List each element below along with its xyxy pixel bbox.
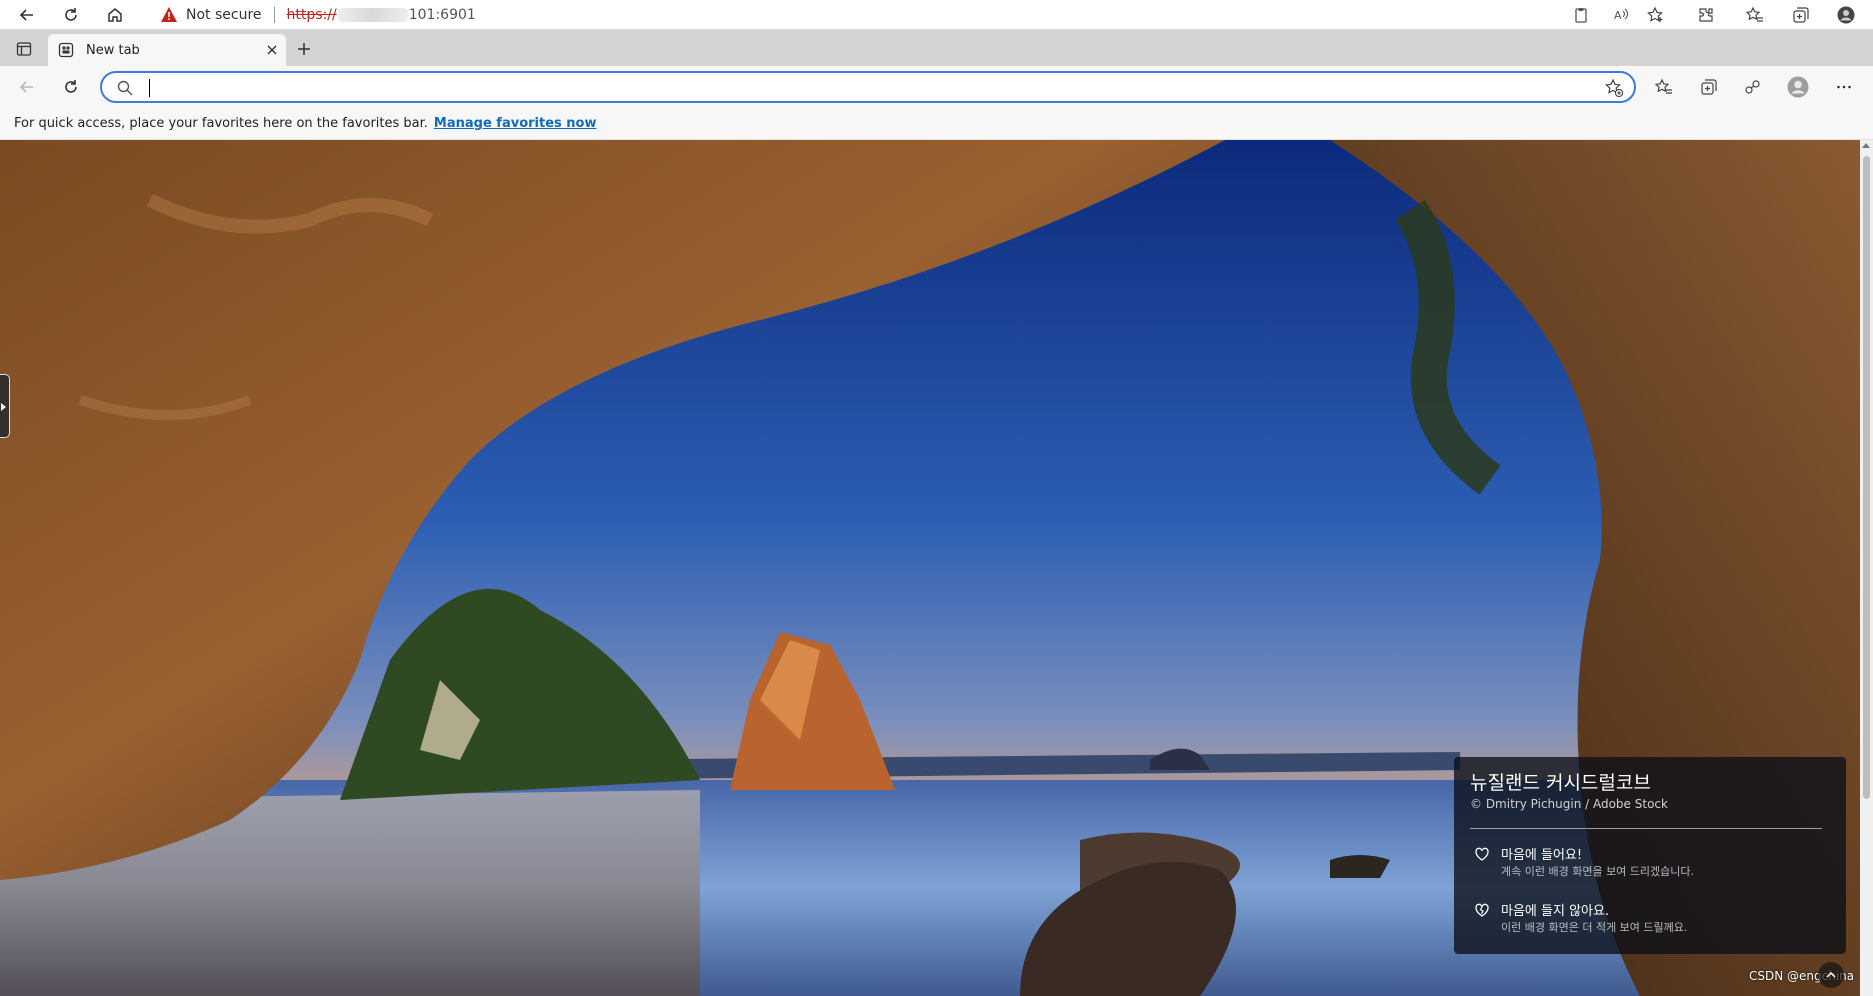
collections-menu-icon[interactable]	[1696, 74, 1722, 100]
add-favorite-icon[interactable]	[1643, 2, 1669, 28]
background-menu-toggle[interactable]	[1818, 962, 1844, 988]
extensions-icon[interactable]	[1693, 2, 1719, 28]
read-aloud-icon[interactable]: A	[1608, 2, 1634, 28]
outer-address-bar[interactable]: Not secure https:// 101:6901	[148, 1, 1688, 29]
scrollbar-thumb[interactable]	[1863, 156, 1870, 799]
more-options-icon[interactable]	[1831, 74, 1857, 100]
like-background-option[interactable]: 마음에 들어요! 계속 이런 배경 화면을 보여 드리겠습니다.	[1470, 843, 1830, 885]
browser-toolbar	[0, 66, 1873, 108]
new-tab-page-icon	[58, 42, 74, 58]
url-redacted-host	[337, 8, 408, 22]
vertical-scrollbar[interactable]	[1860, 140, 1873, 996]
tab-strip: New tab	[0, 30, 1873, 66]
favorites-menu-icon[interactable]	[1651, 74, 1677, 100]
clipboard-icon[interactable]	[1568, 2, 1594, 28]
text-caret	[149, 79, 150, 97]
profile-icon[interactable]	[1785, 74, 1811, 100]
outer-browser-toolbar: Not secure https:// 101:6901 A	[0, 0, 1873, 30]
url-scheme: https://	[286, 7, 337, 23]
address-bar[interactable]	[100, 71, 1636, 103]
like-option-title: 마음에 들어요!	[1501, 848, 1583, 863]
back-icon[interactable]	[14, 2, 40, 28]
url-port: 101:6901	[408, 7, 476, 23]
add-to-favorites-icon[interactable]	[1604, 78, 1624, 98]
refresh-icon[interactable]	[58, 2, 84, 28]
heart-icon	[1475, 847, 1489, 861]
favorites-bar-prompt: For quick access, place your favorites h…	[14, 116, 428, 131]
address-input[interactable]	[148, 77, 1568, 99]
browser-essentials-icon[interactable]	[1740, 74, 1766, 100]
favorites-icon[interactable]	[1742, 2, 1768, 28]
security-label[interactable]: Not secure	[186, 7, 262, 23]
back-disabled-icon[interactable]	[14, 74, 40, 100]
collections-icon[interactable]	[1788, 2, 1814, 28]
tab-actions-icon[interactable]	[11, 36, 37, 62]
tab-new-tab[interactable]: New tab	[48, 34, 286, 66]
sidebar-expand-handle[interactable]	[0, 374, 10, 438]
new-tab-plus-icon[interactable]	[291, 36, 317, 62]
svg-text:A: A	[1614, 9, 1622, 22]
background-info-card: 뉴질랜드 커시드럴코브 © Dmitry Pichugin / Adobe St…	[1454, 757, 1846, 954]
search-icon	[117, 80, 133, 96]
dislike-option-title: 마음에 들지 않아요.	[1501, 904, 1610, 919]
background-credit: © Dmitry Pichugin / Adobe Stock	[1470, 797, 1668, 811]
scroll-up-arrow-icon[interactable]	[1862, 143, 1870, 148]
tab-title: New tab	[86, 42, 140, 58]
chevron-up-icon	[1826, 971, 1836, 978]
dislike-option-subtitle: 이런 배경 화면은 더 적게 보여 드릴께요.	[1501, 921, 1688, 934]
close-tab-icon[interactable]	[262, 40, 282, 60]
favorites-bar: For quick access, place your favorites h…	[0, 108, 1873, 140]
home-icon[interactable]	[102, 2, 128, 28]
card-divider	[1470, 828, 1822, 829]
address-separator	[273, 7, 275, 23]
profile-avatar-icon[interactable]	[1833, 2, 1859, 28]
like-option-subtitle: 계속 이런 배경 화면을 보여 드리겠습니다.	[1501, 865, 1695, 878]
dislike-background-option[interactable]: 마음에 들지 않아요. 이런 배경 화면은 더 적게 보여 드릴께요.	[1470, 899, 1830, 941]
background-title[interactable]: 뉴질랜드 커시드럴코브	[1470, 768, 1651, 795]
warning-icon	[161, 7, 177, 22]
broken-heart-icon	[1475, 903, 1489, 917]
manage-favorites-link[interactable]: Manage favorites now	[434, 116, 597, 131]
reload-icon[interactable]	[58, 74, 84, 100]
